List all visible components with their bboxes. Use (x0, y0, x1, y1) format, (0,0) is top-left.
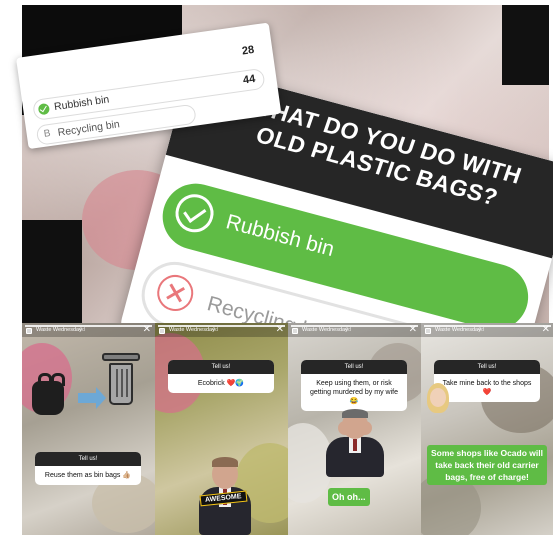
story-account-name: Waste Wednesday (36, 327, 82, 333)
question-response: Keep using them, or risk getting murdere… (310, 380, 398, 405)
trash-bin-icon (109, 363, 133, 405)
poll-option-label: Rubbish bin (223, 210, 337, 262)
question-header: Tell us! (35, 452, 141, 466)
question-response: Reuse them as bin bags 👍🏼 (44, 472, 132, 479)
close-icon[interactable]: ✕ (542, 324, 550, 335)
story-caption: Oh oh... (328, 488, 370, 506)
results-row-label: Recycling bin (56, 118, 121, 139)
story-age: 4d (79, 327, 86, 333)
bin-bag-icon (32, 373, 65, 415)
question-response: Take mine back to the shops ❤️ (442, 380, 532, 396)
story-panel[interactable]: Waste Wednesday 4d ✕ Tell us! Ecobrick ❤… (155, 323, 288, 535)
question-header: Tell us! (434, 360, 540, 374)
story-header: Waste Wednesday 4d ✕ (421, 323, 553, 337)
story-account-name: Waste Wednesday (435, 327, 481, 333)
question-sticker: Tell us! Reuse them as bin bags 👍🏼 (35, 452, 141, 485)
question-response: Ecobrick ❤️🌍 (197, 380, 245, 387)
story-account-name: Waste Wednesday (302, 327, 348, 333)
close-icon[interactable]: ✕ (409, 324, 417, 335)
question-sticker: Tell us! Ecobrick ❤️🌍 (168, 360, 274, 393)
results-total: 28 (241, 43, 256, 58)
story-panel[interactable]: Waste Wednesday 4d ✕ Tell us! Reuse them… (22, 323, 155, 535)
check-circle-icon (171, 189, 218, 237)
background-dark-area (502, 5, 549, 85)
story-age: 4d (345, 327, 352, 333)
results-row-label: Rubbish bin (53, 93, 110, 114)
story-panel[interactable]: Waste Wednesday 4d ✕ Tell us! Keep using… (288, 323, 421, 535)
question-sticker: Tell us! Keep using them, or risk gettin… (301, 360, 407, 411)
results-row-marker: B (43, 127, 52, 140)
story-caption: Some shops like Ocado will take back the… (427, 445, 547, 485)
story-panel[interactable]: Waste Wednesday 4d ✕ Tell us! Take mine … (421, 323, 553, 535)
story-header: Waste Wednesday 4d ✕ (22, 323, 155, 337)
background-dark-area (22, 220, 82, 323)
arrow-icon (78, 387, 106, 409)
avatar (292, 328, 298, 334)
story-header: Waste Wednesday 4d ✕ (288, 323, 421, 337)
close-icon[interactable]: ✕ (276, 324, 284, 335)
story-age: 4d (478, 327, 485, 333)
gif-man-face-palm (322, 407, 388, 477)
story-age: 4d (212, 327, 219, 333)
story-header: Waste Wednesday 4d ✕ (155, 323, 288, 337)
cross-circle-icon (153, 270, 198, 316)
close-icon[interactable]: ✕ (143, 324, 151, 335)
avatar (159, 328, 165, 334)
question-header: Tell us! (168, 360, 274, 374)
avatar (425, 328, 431, 334)
trash-bin-lid-icon (102, 353, 140, 361)
question-header: Tell us! (301, 360, 407, 374)
avatar (26, 328, 32, 334)
check-icon (37, 102, 51, 116)
story-account-name: Waste Wednesday (169, 327, 215, 333)
results-row-count: 44 (242, 72, 257, 87)
question-sticker: Tell us! Take mine back to the shops ❤️ (434, 360, 540, 402)
